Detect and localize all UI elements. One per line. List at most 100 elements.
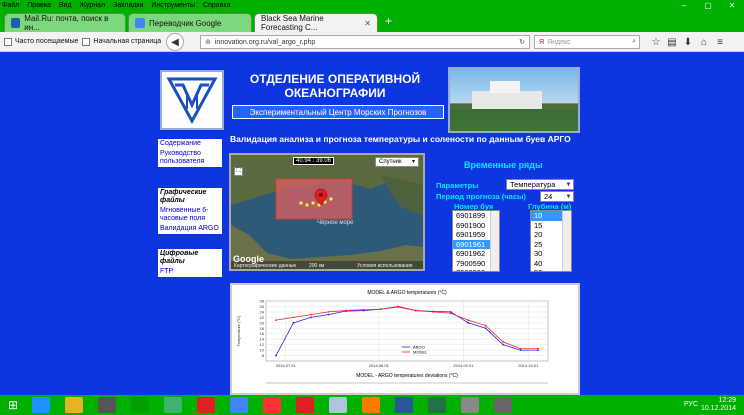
tab-label: Mail.Ru: почта, поиск в ин... [24, 14, 109, 32]
data-point [379, 308, 382, 311]
map-terms[interactable]: Условия использования [357, 263, 413, 269]
map-type-select[interactable]: Спутник ▼ [375, 157, 419, 167]
taskbar-app-icon[interactable] [263, 397, 281, 413]
y-tick-label: 18 [260, 326, 265, 331]
data-point [484, 327, 487, 330]
taskbar-app-icon[interactable] [32, 397, 50, 413]
maximize-icon[interactable]: ▢ [696, 0, 720, 10]
y-tick-label: 8 [262, 353, 265, 358]
data-point [449, 312, 452, 315]
fullscreen-icon[interactable]: ⛶ [234, 167, 243, 176]
taskbar-app-icon[interactable] [494, 397, 512, 413]
data-point [502, 341, 504, 343]
taskbar-app-icon[interactable] [65, 397, 83, 413]
taskbar-app-icon[interactable] [362, 397, 380, 413]
map-coordinates: 40.94 : 39.06 [293, 157, 335, 165]
data-point [292, 321, 295, 324]
taskbar-app-icon[interactable] [98, 397, 116, 413]
sidebar-link-ftp[interactable]: FTP [158, 267, 222, 278]
param-select[interactable]: Температура ▼ [506, 179, 574, 190]
taskbar-app-icon[interactable] [164, 397, 182, 413]
star-icon[interactable]: ☆ [648, 34, 664, 50]
mail-icon [11, 18, 21, 28]
y-tick-label: 16 [260, 331, 265, 336]
menu-item[interactable]: Файл [2, 2, 19, 9]
data-point [292, 316, 295, 319]
sidebar-link-argo[interactable]: Валидация ARGO [158, 224, 222, 235]
series-line-model [275, 306, 538, 350]
depth-listbox[interactable]: 10152025304050 [530, 210, 572, 272]
tab-google-translate[interactable]: Переводчик Google [128, 13, 252, 32]
reload-icon[interactable]: ↻ [519, 38, 525, 46]
scrollbar[interactable] [562, 211, 571, 271]
page-content: ОТДЕЛЕНИЕ ОПЕРАТИВНОЙ ОКЕАНОГРАФИИ Экспе… [0, 52, 744, 395]
sidebar-heading-digital: Цифровые файлы [158, 249, 222, 267]
y-tick-label: 26 [260, 304, 265, 309]
period-label: Период прогноза (часы) [436, 192, 526, 201]
tab-mail[interactable]: Mail.Ru: почта, поиск в ин... [4, 13, 126, 32]
x-tick-label: 2014.10.01 [518, 363, 539, 368]
data-point [310, 313, 312, 316]
taskbar-app-icon[interactable] [131, 397, 149, 413]
menu-icon[interactable]: ≡ [712, 34, 728, 50]
y-tick-label: 22 [260, 315, 265, 320]
taskbar-app-icon[interactable] [197, 397, 215, 413]
y-tick-label: 24 [260, 309, 265, 314]
menu-item[interactable]: Правка [27, 2, 51, 9]
data-point [275, 354, 277, 357]
sidebar-link-6h-fields[interactable]: Мгновенные 6-часовые поля [158, 206, 222, 225]
download-icon[interactable]: ⬇ [680, 34, 696, 50]
search-input[interactable]: Я Яндекс ⌕ [534, 35, 640, 49]
data-point [484, 324, 487, 327]
buoy-listbox[interactable]: 6901899 6901900 6901959 6901961 6901962 79005… [452, 210, 500, 272]
menu-item[interactable]: Журнал [80, 2, 106, 9]
new-tab-button[interactable]: + [385, 14, 392, 28]
sidebar-link-manual[interactable]: Руководство пользователя [158, 149, 222, 168]
data-point [414, 309, 417, 312]
yandex-icon: Я [539, 38, 545, 46]
period-select[interactable]: 24 ▼ [540, 191, 574, 202]
chart-second-title: MODEL - ARGO temperatures deviations (°C… [356, 373, 458, 379]
clock[interactable]: 12:29 10.12.2014 [701, 397, 736, 413]
start-button[interactable]: ⊞ [4, 397, 22, 413]
menu-item[interactable]: Вид [59, 2, 72, 9]
taskbar-app-icon[interactable] [428, 397, 446, 413]
close-icon[interactable]: ✕ [720, 0, 744, 10]
bookmark-home[interactable]: Начальная страница [82, 37, 161, 46]
chevron-down-icon: ▼ [565, 193, 572, 200]
taskbar-app-icon[interactable] [461, 397, 479, 413]
y-tick-label: 28 [260, 299, 265, 304]
reader-icon[interactable]: ▤ [664, 34, 680, 50]
menu-item[interactable]: Справка [203, 2, 230, 9]
menu-bar: Файл Правка Вид Журнал Закладки Инструменты Сп… [0, 0, 744, 10]
close-tab-icon[interactable]: ✕ [364, 19, 371, 28]
taskbar-app-icon[interactable] [395, 397, 413, 413]
minimize-icon[interactable]: – [672, 0, 696, 10]
taskbar: ⊞ РУС 12:29 10.12.2014 [0, 395, 744, 415]
menu-item[interactable]: Закладки [113, 2, 143, 9]
search-icon[interactable]: ⌕ [632, 38, 636, 46]
back-button[interactable]: ◀ [166, 33, 184, 51]
taskbar-app-icon[interactable] [329, 397, 347, 413]
data-point [397, 305, 400, 308]
tab-black-sea[interactable]: Black Sea Marine Forecasting C... ✕ [254, 13, 378, 32]
y-tick-label: 10 [260, 348, 265, 353]
y-tick-label: 12 [260, 342, 265, 347]
language-indicator[interactable]: РУС [684, 401, 698, 408]
data-point [327, 313, 330, 316]
x-tick-label: 2014.09.01 [453, 363, 474, 368]
map[interactable]: 40.94 : 39.06 Спутник ▼ ⛶ Чёрное море Goo… [229, 153, 425, 271]
home-icon[interactable]: ⌂ [696, 34, 712, 50]
scrollbar[interactable] [490, 211, 499, 271]
sidebar-heading-graphics: Графические файлы [158, 188, 222, 206]
taskbar-app-icon[interactable] [230, 397, 248, 413]
bookmark-frequent[interactable]: Часто посещаемые [4, 37, 78, 46]
menu-item[interactable]: Инструменты [151, 2, 195, 9]
legend-entry: MODEL [413, 350, 428, 355]
x-tick-label: 2014.07.01 [276, 363, 297, 368]
data-point [362, 308, 365, 311]
x-tick-label: 2014.08.01 [369, 363, 390, 368]
taskbar-app-icon[interactable] [296, 397, 314, 413]
url-bar[interactable]: ⊕ innovation.org.ru/val_argo_r.php ↻ [200, 35, 530, 49]
tab-label: Переводчик Google [149, 18, 222, 28]
